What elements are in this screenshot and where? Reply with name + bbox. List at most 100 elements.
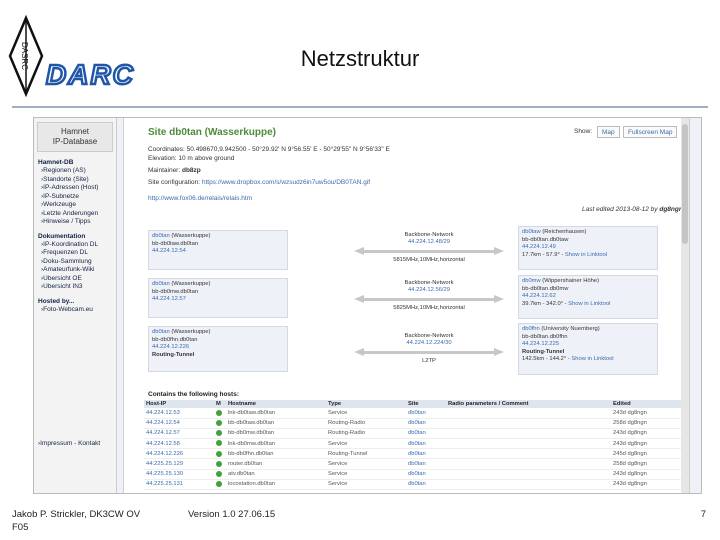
type-cell: Service — [326, 479, 406, 491]
edited-cell: 245d dg8ngn — [611, 448, 689, 460]
column-header[interactable]: Site — [406, 400, 446, 408]
node-hostname: bb-db0mw.db0tan — [152, 288, 199, 295]
site-elevation: Elevation: 10 m above ground — [148, 155, 235, 162]
site-cell[interactable]: db0tan — [406, 438, 446, 450]
sidebar-item-ip-koordination[interactable]: IP-Koordination DL — [34, 241, 116, 250]
sidebar-item-uebersicht-oe[interactable]: Übersicht OE — [34, 275, 116, 284]
node-site-link[interactable]: db0mw — [522, 278, 541, 284]
node-hostname: bb-db0tan.db0fhn — [522, 333, 568, 340]
host-ip-cell[interactable]: 44.224.12.53 — [144, 408, 214, 419]
sidebar-header: Hamnet IP-Database — [37, 122, 113, 152]
site-cell[interactable]: db0tan — [406, 408, 446, 419]
browser-screenshot: Hamnet IP-Database Hamnet-DB Regionen (A… — [33, 117, 702, 494]
comment-cell — [446, 428, 611, 440]
status-cell — [214, 458, 226, 470]
sidebar-item-ip-subnetze[interactable]: IP-Subnetze — [34, 193, 116, 202]
node-site-name: (Wippershainer Höhe) — [540, 278, 600, 284]
column-header[interactable]: Host-IP — [144, 400, 214, 408]
site-coordinates: Coordinates: 50.498670,9.942500 - 50°29.… — [148, 146, 390, 153]
sidebar-section-title: Hosted by... — [38, 297, 75, 305]
node-hostname: bb-db0fhn.db0tan — [152, 336, 198, 343]
column-header[interactable]: Type — [326, 400, 406, 408]
comment-cell — [446, 418, 611, 429]
node-site-link[interactable]: db0tan — [152, 329, 170, 335]
host-ip-cell[interactable]: 44.225.25.130 — [144, 469, 214, 480]
node-ip[interactable]: 44.224.12.54 — [152, 248, 284, 256]
sidebar-item-letzte-aenderungen[interactable]: Letzte Änderungen — [34, 210, 116, 219]
hostname-cell: atv.db0tan — [226, 469, 326, 480]
map-button[interactable]: Map — [597, 126, 620, 138]
vertical-scrollbar[interactable] — [681, 118, 689, 493]
impressum-link[interactable]: Impressum - Kontakt — [38, 440, 100, 447]
site-cell[interactable]: db0tan — [406, 458, 446, 470]
linktool-link[interactable]: Show in Linktool — [568, 301, 610, 307]
column-header[interactable]: Radio parameters / Comment — [446, 400, 611, 408]
column-header[interactable]: Edited — [611, 400, 689, 408]
node-site-link[interactable]: db0tan — [152, 233, 170, 239]
sidebar-section-hamnet: Hamnet-DB Regionen (AS) Standorte (Site)… — [34, 156, 116, 227]
table-row: 44.225.25.131 locostation.db0tan Service db… — [144, 479, 689, 491]
site-cell[interactable]: db0tan — [406, 479, 446, 491]
sidebar-item-doku-sammlung[interactable]: Doku-Sammlung — [34, 258, 116, 267]
status-online-icon — [216, 430, 222, 437]
node-ip[interactable]: 44.224.12.226 — [152, 344, 284, 352]
hostname-cell: lnk-db0taw.db0tan — [226, 408, 326, 419]
footer-author-line1: Jakob P. Strickler, DK3CW OV — [12, 509, 141, 520]
node-ip[interactable]: 44.224.12.62 — [522, 293, 654, 301]
footer-author: Jakob P. Strickler, DK3CW OV F05 — [12, 508, 140, 534]
backbone-ip[interactable]: 44.224.12.56/29 — [354, 287, 504, 294]
node-site-link[interactable]: db0tan — [152, 281, 170, 287]
host-ip-cell[interactable]: 44.225.25.131 — [144, 479, 214, 491]
node-ip[interactable]: 44.224.12.225 — [522, 341, 654, 349]
column-header[interactable]: M — [214, 400, 226, 408]
site-cell[interactable]: db0tan — [406, 418, 446, 429]
host-ip-cell[interactable]: 44.224.12.54 — [144, 418, 214, 429]
main-content: Site db0tan (Wasserkuppe) Show: Map Full… — [123, 118, 690, 493]
site-cell[interactable]: db0tan — [406, 469, 446, 480]
link-left-node: db0tan (Wasserkuppe) bb-db0taw.db0tan 44… — [148, 230, 288, 270]
scrollbar-thumb[interactable] — [682, 124, 688, 244]
hostname-cell: locostation.db0tan — [226, 479, 326, 491]
sidebar-item-regionen[interactable]: Regionen (AS) — [34, 167, 116, 176]
sidebar-item-standorte[interactable]: Standorte (Site) — [34, 176, 116, 185]
node-hostname: bb-db0taw.db0tan — [152, 240, 199, 247]
edited-cell: 243d dg8ngn — [611, 438, 689, 450]
homepage-link[interactable]: http://www.fox06.de/relais/relais.htm — [148, 195, 252, 202]
sidebar-section-title: Dokumentation — [38, 232, 86, 240]
link-right-node: db0mw (Wippershainer Höhe) bb-db0tan.db0… — [518, 275, 658, 319]
host-ip-cell[interactable]: 44.225.25.129 — [144, 458, 214, 470]
node-ip[interactable]: 44.224.12.57 — [152, 296, 284, 304]
host-ip-cell[interactable]: 44.224.12.57 — [144, 428, 214, 440]
host-ip-cell[interactable]: 44.224.12.58 — [144, 438, 214, 450]
node-ip[interactable]: 44.224.12.49 — [522, 244, 654, 252]
sidebar-item-wiki[interactable]: Amateurfunk-Wiki — [34, 266, 116, 275]
sidebar-item-uebersicht-in3[interactable]: Übersicht IN3 — [34, 283, 116, 292]
status-cell — [214, 448, 226, 460]
sidebar-item-foto-webcam[interactable]: Foto-Webcam.eu — [34, 306, 116, 315]
sidebar-item-werkzeuge[interactable]: Werkzeuge — [34, 201, 116, 210]
linktool-link[interactable]: Show in Linktool — [571, 356, 613, 362]
node-distance: 17.7km - 57.9° - — [522, 251, 565, 258]
link-left-node: db0tan (Wasserkuppe) bb-db0fhn.db0tan 44… — [148, 326, 288, 372]
config-link[interactable]: https://www.dropbox.com/s/wzsudz6in7uw5o… — [202, 179, 370, 186]
backbone-ip[interactable]: 44.224.12.48/29 — [354, 239, 504, 246]
node-hostname: bb-db0tan.db0mw — [522, 285, 569, 292]
column-header[interactable]: Hostname — [226, 400, 326, 408]
backbone-ip[interactable]: 44.224.12.224/30 — [354, 340, 504, 347]
sidebar-item-ip-adressen[interactable]: IP-Adressen (Host) — [34, 184, 116, 193]
link-left-node: db0tan (Wasserkuppe) bb-db0mw.db0tan 44.… — [148, 278, 288, 318]
node-site-link[interactable]: db0taw — [522, 229, 541, 235]
host-ip-cell[interactable]: 44.224.12.226 — [144, 448, 214, 460]
maintainer-value: db8zp — [181, 167, 201, 174]
sidebar-item-hinweise[interactable]: Hinweise / Tipps — [34, 218, 116, 227]
site-cell[interactable]: db0tan — [406, 448, 446, 460]
sidebar-item-frequenzen[interactable]: Frequenzen DL — [34, 249, 116, 258]
edited-cell: 258d dg8ngn — [611, 418, 689, 429]
node-site-link[interactable]: db0fhn — [522, 326, 540, 332]
linktool-link[interactable]: Show in Linktool — [565, 252, 607, 258]
site-cell[interactable]: db0tan — [406, 428, 446, 440]
maintainer-label: Maintainer: — [148, 167, 182, 174]
table-row: 44.225.25.130 atv.db0tan Service db0tan 243d… — [144, 469, 689, 480]
node-tunnel-label: Routing-Tunnel — [522, 348, 565, 355]
fullscreen-map-button[interactable]: Fullscreen Map — [623, 126, 678, 138]
